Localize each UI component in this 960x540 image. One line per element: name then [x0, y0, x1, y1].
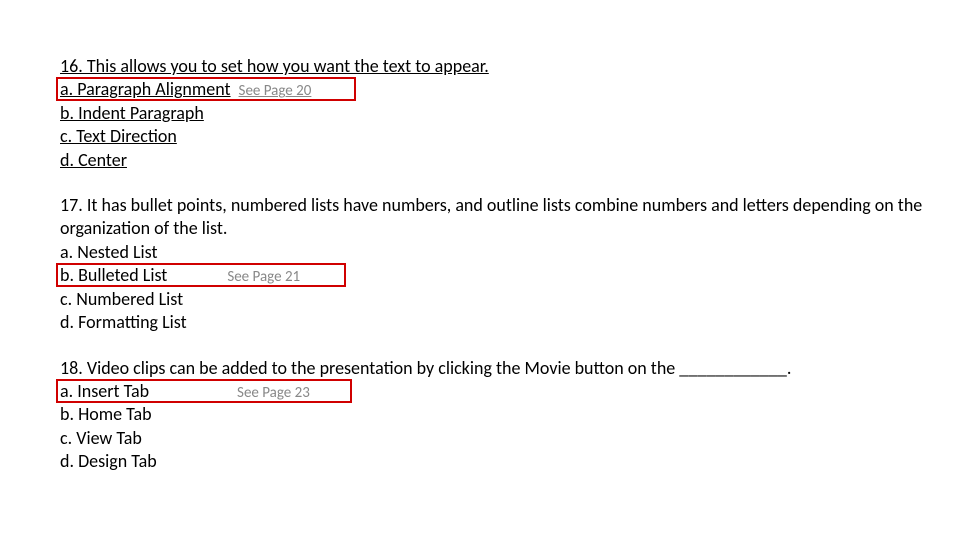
q17-option-b-row: b. Bulleted List See Page 21	[60, 264, 930, 288]
q17-ref: See Page 21	[227, 268, 300, 286]
q18-option-d: d. Design Tab	[60, 450, 930, 473]
q18-option-b: b. Home Tab	[60, 403, 930, 426]
q16-prompt: 16. This allows you to set how you want …	[60, 55, 930, 78]
question-17: 17. It has bullet points, numbered lists…	[60, 194, 930, 334]
document-content: 16. This allows you to set how you want …	[60, 55, 930, 496]
q16-ref: See Page 20	[239, 82, 312, 100]
q16-option-a-row: a. Paragraph Alignment See Page 20	[60, 78, 930, 102]
q17-prompt: 17. It has bullet points, numbered lists…	[60, 194, 930, 241]
question-18: 18. Video clips can be added to the pres…	[60, 357, 930, 474]
q18-option-a-row: a. Insert Tab See Page 23	[60, 380, 930, 404]
q18-prompt: 18. Video clips can be added to the pres…	[60, 357, 930, 380]
q16-option-c: c. Text Direction	[60, 125, 930, 148]
q18-ref: See Page 23	[237, 384, 310, 402]
q18-option-a: a. Insert Tab	[60, 380, 149, 402]
q16-option-b: b. Indent Paragraph	[60, 102, 930, 125]
q16-option-a: a. Paragraph Alignment	[60, 78, 231, 100]
question-16: 16. This allows you to set how you want …	[60, 55, 930, 172]
q16-option-d: d. Center	[60, 149, 930, 172]
q17-option-a: a. Nested List	[60, 241, 930, 264]
q17-option-b: b. Bulleted List	[60, 264, 167, 286]
q18-option-c: c. View Tab	[60, 427, 930, 450]
q17-option-c: c. Numbered List	[60, 288, 930, 311]
q17-option-d: d. Formatting List	[60, 311, 930, 334]
